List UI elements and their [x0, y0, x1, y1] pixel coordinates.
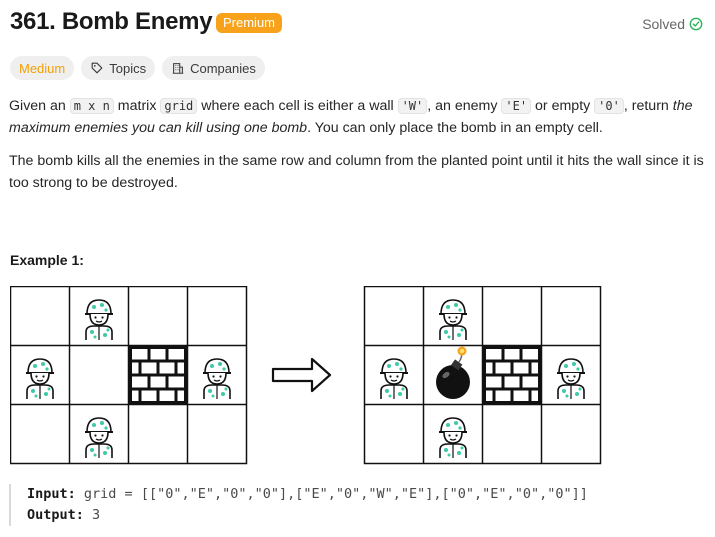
input-label: Input: [27, 486, 76, 502]
code-m-x-n: m x n [69, 98, 114, 114]
output-value: 3 [92, 507, 101, 523]
arrow-right-icon [271, 357, 332, 393]
companies-label: Companies [190, 60, 256, 76]
tag-icon [91, 62, 103, 74]
description-paragraph-1: Given an m x n matrix grid where each ce… [9, 96, 709, 139]
tag-row: Medium Topics Companies [10, 56, 265, 80]
desc-text: Given an [9, 98, 70, 114]
topics-label: Topics [109, 60, 147, 76]
code-empty: '0' [594, 98, 624, 114]
desc-text: , return [623, 98, 673, 114]
solved-label: Solved [642, 16, 685, 32]
wall-icon [482, 345, 542, 405]
example-illustration [10, 286, 602, 465]
description-paragraph-2: The bomb kills all the enemies in the sa… [9, 153, 704, 191]
code-wall: 'W' [397, 98, 428, 114]
difficulty-label: Medium [19, 60, 66, 76]
desc-text: where each cell is either a wall [197, 98, 398, 114]
problem-description: Given an m x n matrix grid where each ce… [9, 96, 709, 206]
example-io: Input: grid = [["0","E","0","0"],["E","0… [9, 484, 588, 526]
wall-icon [128, 345, 188, 405]
desc-text: matrix [113, 98, 161, 114]
difficulty-tag[interactable]: Medium [10, 56, 75, 80]
desc-text: . You can only place the bomb in an empt… [307, 119, 603, 136]
companies-tag[interactable]: Companies [162, 56, 265, 80]
output-label: Output: [27, 507, 84, 523]
example-input-line: Input: grid = [["0","E","0","0"],["E","0… [27, 484, 588, 505]
input-value: grid = [["0","E","0","0"],["E","0","W","… [83, 486, 588, 502]
premium-badge: Premium [216, 13, 283, 33]
check-circle-icon [689, 17, 703, 31]
grid-before [10, 286, 248, 465]
code-grid: grid [160, 98, 198, 114]
desc-text: or empty [531, 98, 595, 114]
topics-tag[interactable]: Topics [81, 56, 156, 80]
solved-status: Solved [642, 16, 703, 32]
code-enemy: 'E' [501, 98, 532, 114]
problem-title[interactable]: 361. Bomb Enemy [10, 8, 213, 36]
grid-after [363, 286, 602, 465]
example-output-line: Output: 3 [27, 505, 588, 526]
example-title: Example 1: [10, 252, 84, 268]
problem-header: 361. Bomb Enemy Premium Solved [10, 8, 703, 44]
building-icon [172, 63, 184, 74]
desc-text: , an enemy [427, 98, 502, 114]
